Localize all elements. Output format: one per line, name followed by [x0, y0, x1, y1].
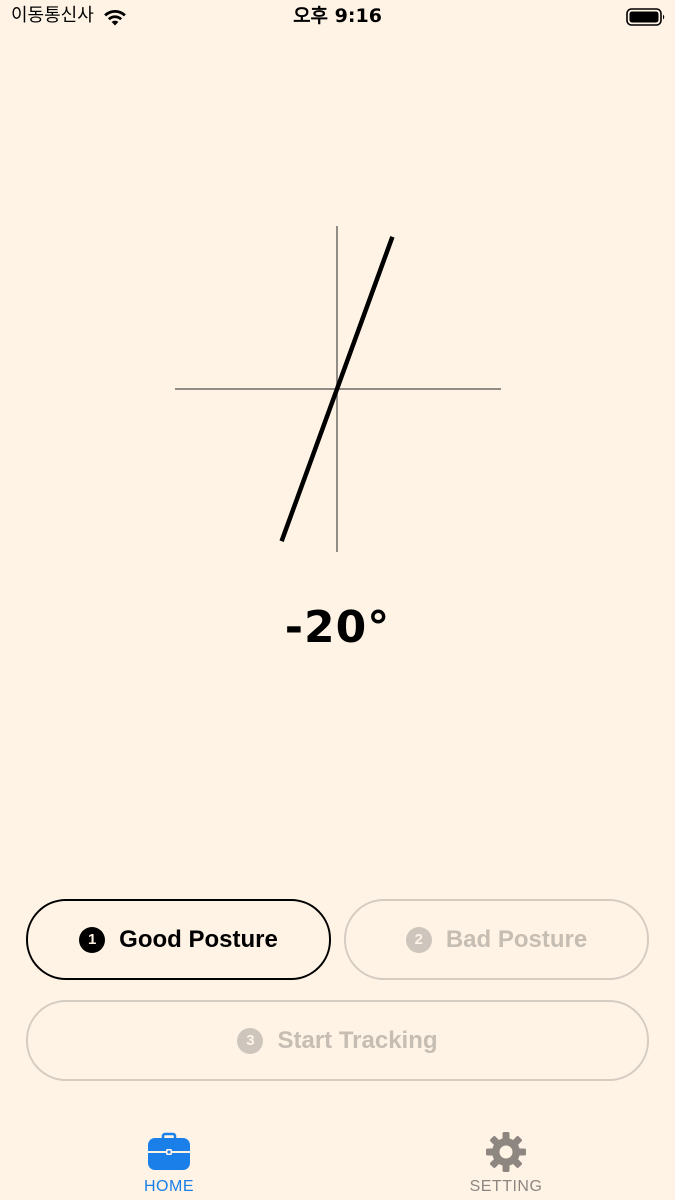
tab-setting[interactable]: SETTING [426, 1128, 586, 1200]
start-tracking-button[interactable]: 3 Start Tracking [26, 1000, 649, 1081]
step-number-badge: 2 [405, 926, 432, 953]
tab-setting-label: SETTING [469, 1178, 543, 1195]
good-posture-label: Good Posture [119, 925, 278, 953]
bad-posture-button[interactable]: 2 Bad Posture [344, 899, 649, 980]
tab-home-label: HOME [144, 1178, 194, 1195]
toolbox-icon [148, 1132, 190, 1170]
good-posture-button[interactable]: 1 Good Posture [26, 899, 331, 980]
bad-posture-label: Bad Posture [445, 925, 588, 953]
step-number-badge: 3 [237, 1027, 264, 1054]
status-bar: 이동통신사 오후 9:16 [0, 0, 675, 34]
tab-home[interactable]: HOME [89, 1128, 249, 1200]
battery-full-icon [626, 8, 665, 26]
start-tracking-label: Start Tracking [277, 1026, 438, 1054]
step-number-badge: 1 [79, 926, 106, 953]
status-time: 오후 9:16 [293, 5, 382, 27]
gear-icon [486, 1132, 526, 1172]
posture-angle-gauge [175, 226, 501, 552]
angle-readout: -20° [284, 602, 391, 653]
